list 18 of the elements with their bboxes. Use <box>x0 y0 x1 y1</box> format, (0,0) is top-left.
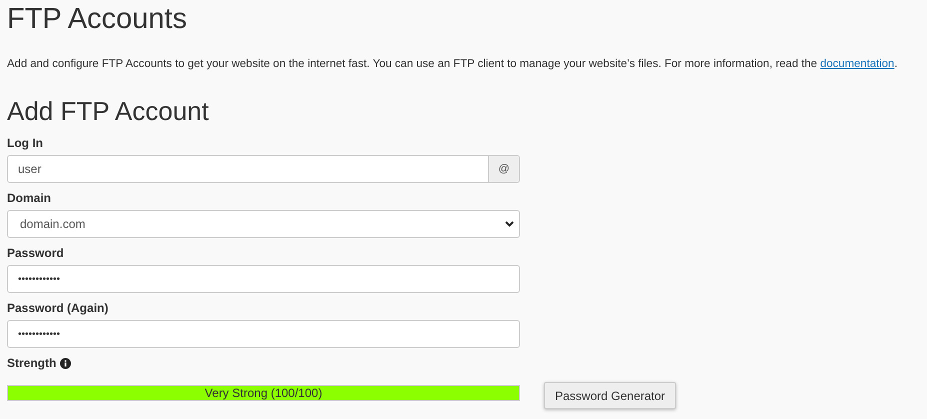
field-label: Domain <box>7 190 52 206</box>
password-generator-button[interactable]: Password Generator <box>544 382 676 409</box>
password-field[interactable]: •••••••••••• <box>7 265 520 293</box>
at-addon: @ <box>488 156 519 182</box>
login-field[interactable]: user @ <box>7 155 520 183</box>
field-label: Password (Again) <box>7 300 108 316</box>
chevron-down-icon <box>505 221 514 227</box>
strength-label: Strength <box>7 355 56 371</box>
intro-text: Add and configure FTP Accounts to get your website on the internet fast. You can use an FTP client to manage your website’s files. For more information, read the documentation. <box>7 57 898 72</box>
field-label: Log In <box>7 135 43 151</box>
domain-select[interactable]: domain.com <box>7 210 520 238</box>
documentation-link[interactable]: documentation <box>820 58 894 70</box>
strength-reading: Very Strong (100/100) <box>204 386 322 400</box>
form-heading: Add FTP Account <box>7 96 209 126</box>
page-title: FTP Accounts <box>7 2 187 36</box>
info-icon <box>60 358 72 368</box>
field-label: Password <box>7 245 64 261</box>
password-field[interactable]: •••••••••••• <box>7 320 520 348</box>
